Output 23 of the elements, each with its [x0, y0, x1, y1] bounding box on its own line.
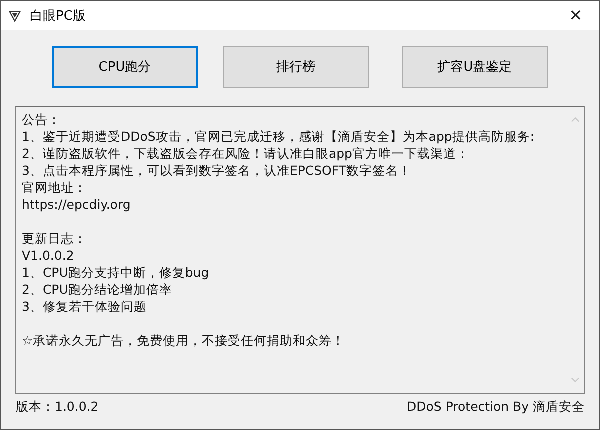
notice-line: 1、CPU跑分支持中断，修复bug [22, 264, 210, 281]
notice-line: 2、谨防盗版软件，下载盗版会存在风险！请认准白眼app官方唯一下载渠道： [22, 145, 470, 162]
notice-line: 官网地址： [22, 179, 88, 196]
tool-button[interactable]: 排行榜 [223, 46, 369, 88]
logo-icon [8, 8, 22, 22]
tool-button[interactable]: 扩容U盘鉴定 [402, 46, 548, 88]
notice-textbox[interactable] [15, 106, 585, 394]
scroll-down-icon[interactable] [571, 377, 580, 383]
notice-line: 3、修复若干体验问题 [22, 298, 148, 315]
notice-line: 2、CPU跑分结论增加倍率 [22, 281, 174, 298]
window-title: 白眼PC版 [30, 8, 87, 24]
tool-button[interactable]: CPU跑分 [52, 46, 198, 88]
version-text: 版本：1.0.0.2 [16, 399, 99, 416]
notice-line: 3、点击本程序属性，可以看到数字签名，认准EPCSOFT数字签名！ [22, 162, 412, 179]
close-button[interactable]: ✕ [553, 1, 599, 30]
notice-line: 公告： [22, 111, 62, 128]
protection-text: DDoS Protection By 滴盾安全 [407, 399, 585, 416]
notice-line: V1.0.0.2 [22, 247, 76, 264]
notice-line: ☆承诺永久无广告，免费使用，不接受任何捐助和众筹！ [22, 332, 346, 349]
scroll-up-icon[interactable] [571, 117, 580, 123]
notice-line: https://epcdiy.org [22, 196, 132, 213]
notice-line: 更新日志： [22, 230, 88, 247]
notice-line: 1、鉴于近期遭受DDoS攻击，官网已完成迁移，感谢【滴盾安全】为本app提供高防服务: [22, 128, 536, 145]
